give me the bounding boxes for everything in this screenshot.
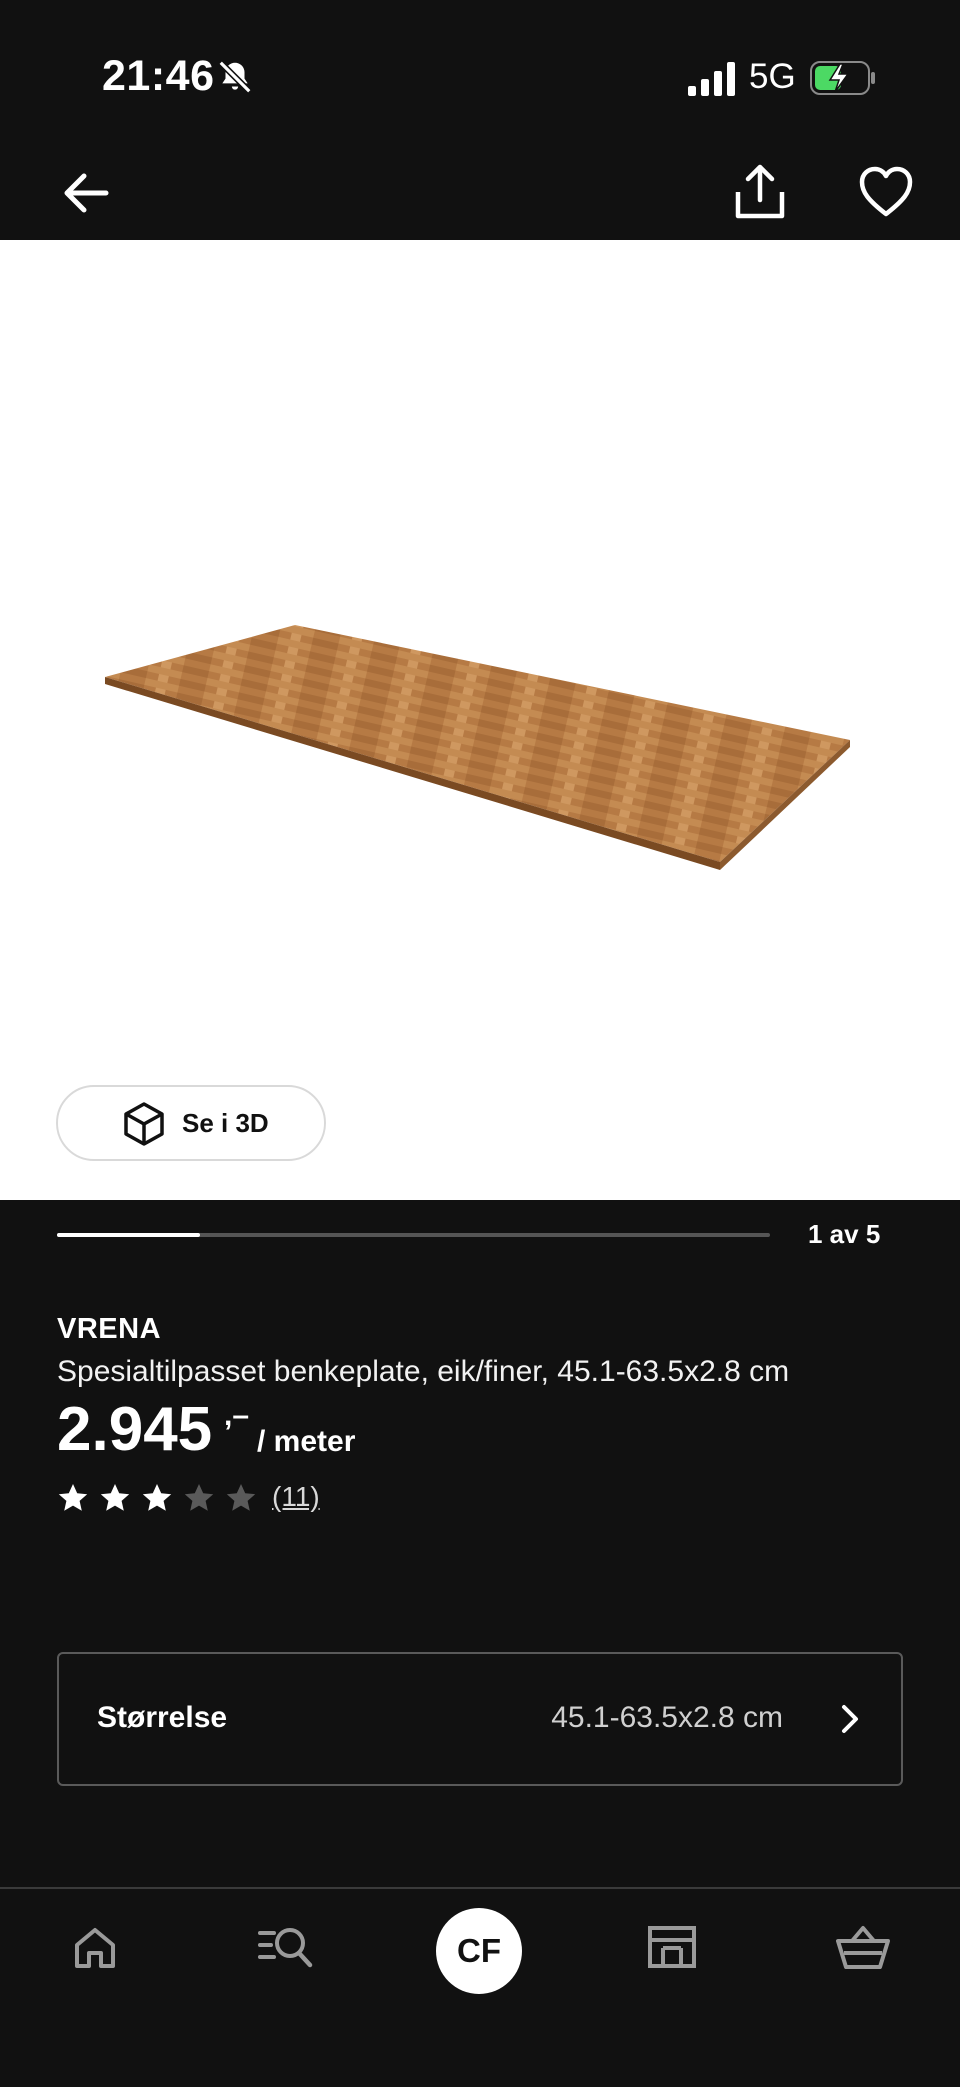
status-time: 21:46 xyxy=(102,52,215,100)
price-suffix: ,– xyxy=(224,1399,250,1432)
star-empty-icon xyxy=(184,1484,214,1511)
arrow-left-icon[interactable] xyxy=(58,163,118,223)
view-3d-button[interactable]: Se i 3D xyxy=(56,1085,326,1161)
bottom-nav: CF xyxy=(0,1887,960,2087)
product-description: Spesialtilpasset benkeplate, eik/finer, … xyxy=(57,1355,790,1388)
store-icon[interactable] xyxy=(646,1923,698,1973)
product-image-gallery[interactable]: Se i 3D xyxy=(0,240,960,1200)
carousel-counter: 1 av 5 xyxy=(808,1219,881,1249)
size-label: Størrelse xyxy=(97,1701,228,1734)
heart-icon[interactable] xyxy=(854,160,918,224)
signal-icon xyxy=(688,62,735,96)
review-count-link[interactable]: (11) xyxy=(272,1481,320,1513)
search-icon[interactable] xyxy=(258,1923,314,1973)
carousel-progress-fill xyxy=(57,1233,200,1237)
profile-initials: CF xyxy=(457,1932,501,1969)
profile-avatar[interactable]: CF xyxy=(436,1908,522,1994)
chevron-right-icon xyxy=(842,1705,858,1733)
star-filled-icon xyxy=(142,1484,172,1511)
price-unit: / meter xyxy=(257,1425,356,1458)
star-filled-icon xyxy=(58,1484,88,1511)
countertop-product-image xyxy=(105,625,850,870)
network-label: 5G xyxy=(749,57,796,96)
star-filled-icon xyxy=(100,1484,130,1511)
bell-muted-icon xyxy=(218,60,252,94)
status-bar: 21:46 5G xyxy=(0,0,960,150)
view-3d-label: Se i 3D xyxy=(182,1108,269,1138)
size-value: 45.1-63.5x2.8 cm xyxy=(551,1701,783,1734)
size-selector[interactable]: Størrelse 45.1-63.5x2.8 cm xyxy=(57,1652,903,1786)
price-value: 2.945 xyxy=(57,1395,213,1464)
cube-icon xyxy=(124,1102,164,1146)
product-name: VRENA xyxy=(57,1313,162,1345)
battery-charging-icon xyxy=(810,61,875,95)
share-icon[interactable] xyxy=(728,160,792,224)
star-empty-icon xyxy=(226,1484,256,1511)
top-nav xyxy=(0,150,960,240)
carousel-progress xyxy=(57,1233,770,1237)
home-icon[interactable] xyxy=(70,1923,120,1973)
cart-icon[interactable] xyxy=(836,1923,890,1973)
